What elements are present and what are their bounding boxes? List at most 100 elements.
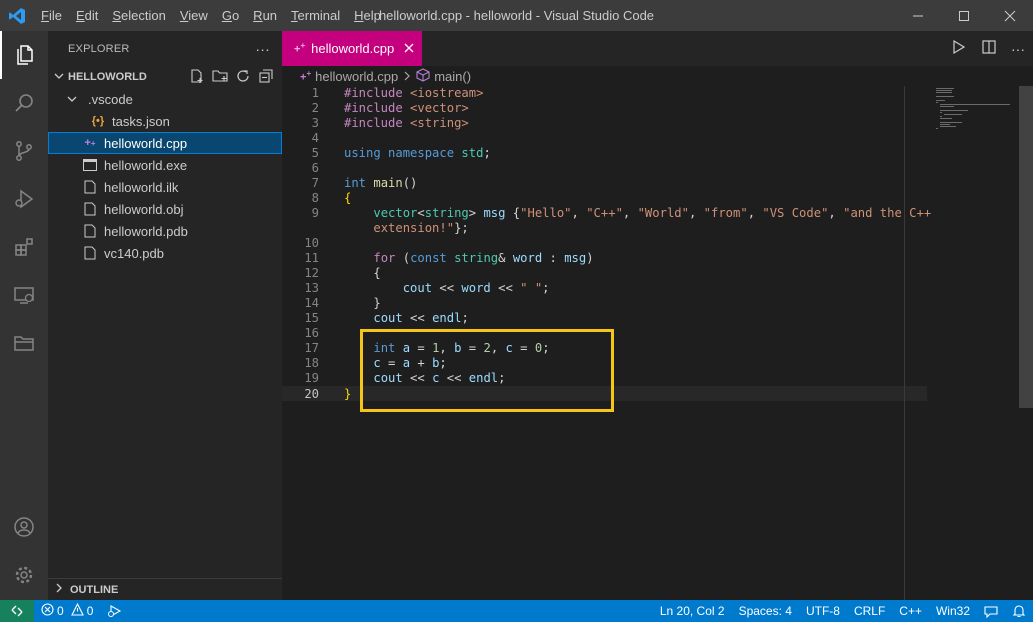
close-window-button[interactable] [987, 0, 1033, 31]
status-bar: 0 0 Ln 20, Col 2 Spaces: 4 UTF-8 CRLF C+… [0, 600, 1033, 622]
code-text: } [344, 296, 381, 310]
code-text: cout << word << " "; [402, 281, 550, 295]
line-number: 12 [304, 266, 319, 280]
line-number: 16 [304, 326, 319, 340]
tree-folder-vscode[interactable]: .vscode [48, 88, 282, 110]
outline-section[interactable]: OUTLINE [48, 578, 282, 600]
file-icon [82, 245, 98, 261]
breadcrumb-file[interactable]: helloworld.cpp [315, 69, 398, 84]
explorer-sidebar: EXPLORER ··· HELLOWORLD .vscode {•} task… [48, 31, 282, 600]
file-label: helloworld.ilk [104, 179, 179, 195]
file-label: helloworld.cpp [104, 135, 188, 151]
code-line: 1 #include <iostream> [282, 86, 927, 101]
more-actions-icon[interactable]: ··· [1011, 41, 1025, 57]
remote-explorer-icon[interactable] [0, 271, 48, 319]
cpp-file-icon: ++ [294, 41, 306, 56]
menu-run[interactable]: Run [246, 0, 284, 31]
refresh-icon[interactable] [235, 68, 251, 87]
code-text: #include <vector> [344, 101, 469, 115]
line-number: 15 [304, 311, 319, 325]
explorer-icon[interactable] [0, 31, 48, 79]
indentation[interactable]: Spaces: 4 [732, 604, 799, 618]
bell-icon[interactable] [1005, 604, 1033, 618]
code-text: #include <string> [344, 116, 469, 130]
remote-indicator-icon[interactable] [0, 600, 34, 622]
folder-header[interactable]: HELLOWORLD [48, 66, 282, 88]
code-text: cout << c << endl; [373, 371, 506, 385]
tree-file-helloworld-obj[interactable]: helloworld.obj [48, 198, 282, 220]
encoding[interactable]: UTF-8 [799, 604, 847, 618]
menu-go[interactable]: Go [215, 0, 246, 31]
code-line: 13 cout << word << " "; [282, 281, 927, 296]
tree-file-vc140-pdb[interactable]: vc140.pdb [48, 242, 282, 264]
tab-helloworld-cpp[interactable]: ++ helloworld.cpp [282, 31, 423, 66]
exe-file-icon [82, 157, 98, 173]
line-number: 19 [304, 371, 319, 385]
problems-indicator[interactable]: 0 0 [34, 602, 100, 619]
tree-file-helloworld-cpp[interactable]: + + helloworld.cpp [48, 132, 282, 154]
code-text: int main() [344, 176, 418, 190]
extensions-icon[interactable] [0, 223, 48, 271]
line-number: 9 [311, 206, 319, 220]
file-label: tasks.json [112, 113, 170, 129]
close-icon[interactable] [404, 41, 414, 56]
tree-file-helloworld-ilk[interactable]: helloworld.ilk [48, 176, 282, 198]
maximize-button[interactable] [941, 0, 987, 31]
code-text: vector<string> msg {"Hello", "C++", "Wor… [373, 206, 932, 220]
end-of-line[interactable]: CRLF [847, 604, 892, 618]
menu-terminal[interactable]: Terminal [284, 0, 347, 31]
line-number: 1 [311, 86, 319, 100]
editor-actions: ··· [951, 31, 1025, 66]
menu-file[interactable]: File [34, 0, 69, 31]
platform-config[interactable]: Win32 [929, 604, 977, 618]
current-code-line: 20} [282, 386, 927, 401]
code-editor[interactable]: 1 #include <iostream> 2 #include <vector> … [282, 86, 1033, 600]
accounts-icon[interactable] [0, 503, 48, 551]
project-manager-icon[interactable] [0, 319, 48, 367]
gear-icon[interactable] [0, 551, 48, 599]
cpp-file-icon: ++ [84, 137, 96, 149]
run-debug-icon[interactable] [0, 175, 48, 223]
file-label: helloworld.exe [104, 157, 188, 173]
code-text: { [344, 266, 381, 280]
menu-view[interactable]: View [173, 0, 215, 31]
tree-file-tasks-json[interactable]: {•} tasks.json [48, 110, 282, 132]
menu-help[interactable]: Help [347, 0, 388, 31]
menu-selection[interactable]: Selection [105, 0, 172, 31]
warning-icon [70, 602, 84, 619]
code-line: 6 [282, 161, 927, 176]
code-text: #include <iostream> [344, 86, 484, 100]
cpp-file-icon: ++ [300, 68, 312, 84]
code-line: 19 cout << c << endl; [282, 371, 927, 386]
breadcrumb: ++ helloworld.cpp main() [282, 66, 1033, 86]
breadcrumb-symbol[interactable]: main() [434, 69, 471, 84]
language-mode[interactable]: C++ [892, 604, 929, 618]
code-text: { [344, 191, 352, 205]
run-play-icon[interactable] [951, 39, 967, 58]
error-count: 0 [57, 604, 64, 618]
feedback-icon[interactable] [977, 604, 1005, 618]
window-controls [895, 0, 1033, 31]
tree-file-helloworld-exe[interactable]: helloworld.exe [48, 154, 282, 176]
new-file-icon[interactable] [189, 68, 205, 87]
minimap[interactable] [934, 86, 1014, 146]
vertical-scrollbar[interactable] [1019, 86, 1033, 600]
minimize-button[interactable] [895, 0, 941, 31]
more-actions-icon[interactable]: ··· [255, 41, 270, 57]
source-control-icon[interactable] [0, 127, 48, 175]
chevron-right-icon [402, 69, 412, 84]
scrollbar-thumb[interactable] [1019, 86, 1033, 408]
split-editor-icon[interactable] [981, 39, 997, 58]
tree-file-helloworld-pdb[interactable]: helloworld.pdb [48, 220, 282, 242]
line-number: 2 [311, 101, 319, 115]
explorer-title: EXPLORER [68, 42, 130, 55]
menu-edit[interactable]: Edit [69, 0, 105, 31]
launch-debug-icon[interactable] [100, 604, 130, 618]
code-line: 18 c = a + b; [282, 356, 927, 371]
new-folder-icon[interactable] [212, 68, 228, 87]
collapse-all-icon[interactable] [258, 68, 274, 87]
search-icon[interactable] [0, 79, 48, 127]
code-text: int a = 1, b = 2, c = 0; [373, 341, 550, 355]
cursor-position[interactable]: Ln 20, Col 2 [653, 604, 732, 618]
line-number: 8 [311, 191, 319, 205]
